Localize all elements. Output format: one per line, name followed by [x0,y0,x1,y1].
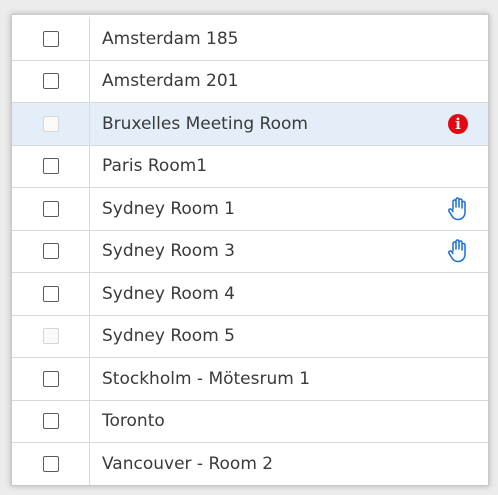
room-checkbox-disabled [42,115,59,132]
status-cell: i [428,103,488,145]
room-name: Sydney Room 5 [102,326,235,347]
room-name: Sydney Room 4 [102,283,235,304]
room-list-panel: Amsterdam 185 Amsterdam 201 Bruxelles Me… [11,14,489,486]
room-row[interactable]: Paris Room1 [12,145,488,188]
checkbox-cell [12,188,90,230]
status-cell [428,61,488,103]
room-checkbox[interactable] [42,73,59,90]
checkbox-cell [12,358,90,400]
checkbox-cell [12,18,90,60]
room-checkbox[interactable] [42,455,59,472]
checkbox-cell [12,273,90,315]
room-row[interactable]: Vancouver - Room 2 [12,443,488,485]
status-cell [428,273,488,315]
status-cell [428,401,488,443]
checkbox-cell [12,60,90,102]
window-frame: Amsterdam 185 Amsterdam 201 Bruxelles Me… [0,0,498,495]
room-name: Sydney Room 1 [102,198,235,219]
status-cell [428,146,488,188]
status-cell [428,316,488,358]
checkbox-cell [12,315,90,357]
checkbox-cell [12,230,90,272]
status-cell [428,358,488,400]
room-row[interactable]: Amsterdam 201 [12,60,488,103]
checkbox-cell [12,400,90,442]
room-checkbox[interactable] [42,158,59,175]
status-cell [428,231,488,273]
room-row[interactable]: Sydney Room 3 [12,230,488,273]
room-row[interactable]: Toronto [12,400,488,443]
room-row-selected[interactable]: Bruxelles Meeting Room i [12,103,488,146]
status-cell [428,18,488,60]
room-row[interactable]: Sydney Room 1 [12,188,488,231]
room-list: Amsterdam 185 Amsterdam 201 Bruxelles Me… [12,18,488,485]
info-icon[interactable]: i [448,113,468,134]
checkbox-cell [12,103,90,145]
room-checkbox[interactable] [42,200,59,217]
room-name: Vancouver - Room 2 [102,453,274,474]
room-checkbox[interactable] [42,243,59,260]
room-row[interactable]: Sydney Room 5 [12,315,488,358]
room-checkbox[interactable] [42,370,59,387]
checkbox-cell [12,443,90,485]
room-row[interactable]: Sydney Room 4 [12,273,488,316]
room-row[interactable]: Amsterdam 185 [12,18,488,61]
room-row[interactable]: Stockholm - Mötesrum 1 [12,358,488,401]
room-name: Sydney Room 3 [102,241,235,262]
room-checkbox-disabled [42,328,59,345]
checkbox-cell [12,145,90,187]
room-name: Bruxelles Meeting Room [102,113,308,134]
room-checkbox[interactable] [42,285,59,302]
room-name: Toronto [102,411,165,432]
room-checkbox[interactable] [42,30,59,47]
room-name: Paris Room1 [102,156,208,177]
room-checkbox[interactable] [42,413,59,430]
status-cell [428,188,488,230]
room-name: Amsterdam 185 [102,28,239,49]
status-cell [428,443,488,485]
room-name: Stockholm - Mötesrum 1 [102,368,311,389]
hand-icon[interactable] [447,197,469,221]
hand-icon[interactable] [447,239,469,263]
room-name: Amsterdam 201 [102,71,239,92]
